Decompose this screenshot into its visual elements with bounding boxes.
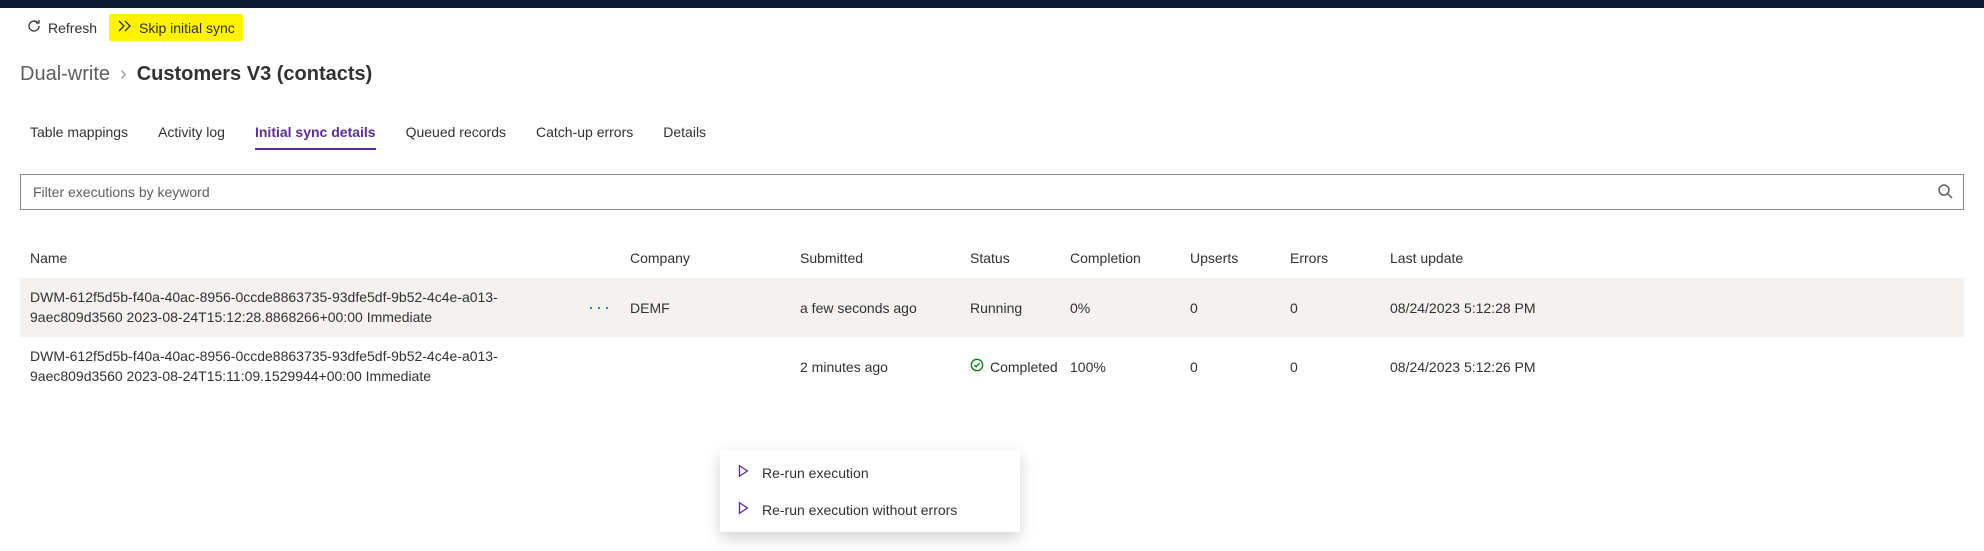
cell-upserts: 0 [1190,300,1290,316]
tab-bar: Table mappings Activity log Initial sync… [0,90,1984,150]
menu-item-rerun-no-errors[interactable]: Re-run execution without errors [720,491,1020,528]
breadcrumb-current: Customers V3 (contacts) [137,63,373,86]
table-header: Name Company Submitted Status Completion… [20,242,1964,278]
skip-initial-sync-button[interactable]: Skip initial sync [109,14,243,41]
refresh-button[interactable]: Refresh [18,14,105,41]
status-text: Running [970,300,1022,316]
filter-input[interactable] [31,183,1929,201]
executions-table: Name Company Submitted Status Completion… [0,210,1984,396]
filter-box[interactable] [20,174,1964,210]
col-errors[interactable]: Errors [1290,250,1390,266]
refresh-label: Refresh [48,20,97,36]
tab-details[interactable]: Details [663,118,706,150]
col-submitted[interactable]: Submitted [800,250,970,266]
cell-submitted: a few seconds ago [800,300,970,316]
cell-upserts: 0 [1190,359,1290,375]
cell-status: Running [970,300,1070,316]
cell-completion: 100% [1070,359,1190,375]
menu-item-label: Re-run execution [762,465,869,481]
cell-name: DWM-612f5d5b-f40a-40ac-8956-0ccde8863735… [30,347,570,386]
row-context-menu: Re-run execution Re-run execution withou… [720,450,1020,532]
tab-activity-log[interactable]: Activity log [158,118,225,150]
col-company[interactable]: Company [630,250,800,266]
play-icon [736,464,750,481]
tab-initial-sync-details[interactable]: Initial sync details [255,118,376,150]
col-last-update[interactable]: Last update [1390,250,1590,266]
command-bar: Refresh Skip initial sync [0,8,1984,45]
tab-catchup-errors[interactable]: Catch-up errors [536,118,633,150]
fast-forward-icon [117,18,133,37]
col-completion[interactable]: Completion [1070,250,1190,266]
table-row[interactable]: DWM-612f5d5b-f40a-40ac-8956-0ccde8863735… [20,337,1964,396]
search-icon [1937,183,1953,202]
cell-name: DWM-612f5d5b-f40a-40ac-8956-0ccde8863735… [30,288,570,327]
row-actions-button[interactable]: ··· [570,297,630,318]
breadcrumb: Dual-write › Customers V3 (contacts) [0,45,1984,90]
menu-item-rerun[interactable]: Re-run execution [720,454,1020,491]
cell-last-update: 08/24/2023 5:12:26 PM [1390,359,1590,375]
tab-table-mappings[interactable]: Table mappings [30,118,128,150]
app-top-bar [0,0,1984,8]
play-icon [736,501,750,518]
col-name[interactable]: Name [30,250,570,266]
table-row[interactable]: DWM-612f5d5b-f40a-40ac-8956-0ccde8863735… [20,278,1964,337]
cell-errors: 0 [1290,359,1390,375]
col-status[interactable]: Status [970,250,1070,266]
skip-label: Skip initial sync [139,20,235,36]
cell-status: Completed [970,358,1070,375]
refresh-icon [26,18,42,37]
col-upserts[interactable]: Upserts [1190,250,1290,266]
cell-last-update: 08/24/2023 5:12:28 PM [1390,300,1590,316]
status-text: Completed [990,359,1058,375]
filter-area [0,150,1984,210]
cell-company: DEMF [630,300,800,316]
breadcrumb-separator: › [120,63,127,86]
check-circle-icon [970,358,984,375]
tab-queued-records[interactable]: Queued records [406,118,506,150]
cell-completion: 0% [1070,300,1190,316]
cell-submitted: 2 minutes ago [800,359,970,375]
breadcrumb-parent[interactable]: Dual-write [20,63,110,86]
menu-item-label: Re-run execution without errors [762,502,957,518]
cell-errors: 0 [1290,300,1390,316]
